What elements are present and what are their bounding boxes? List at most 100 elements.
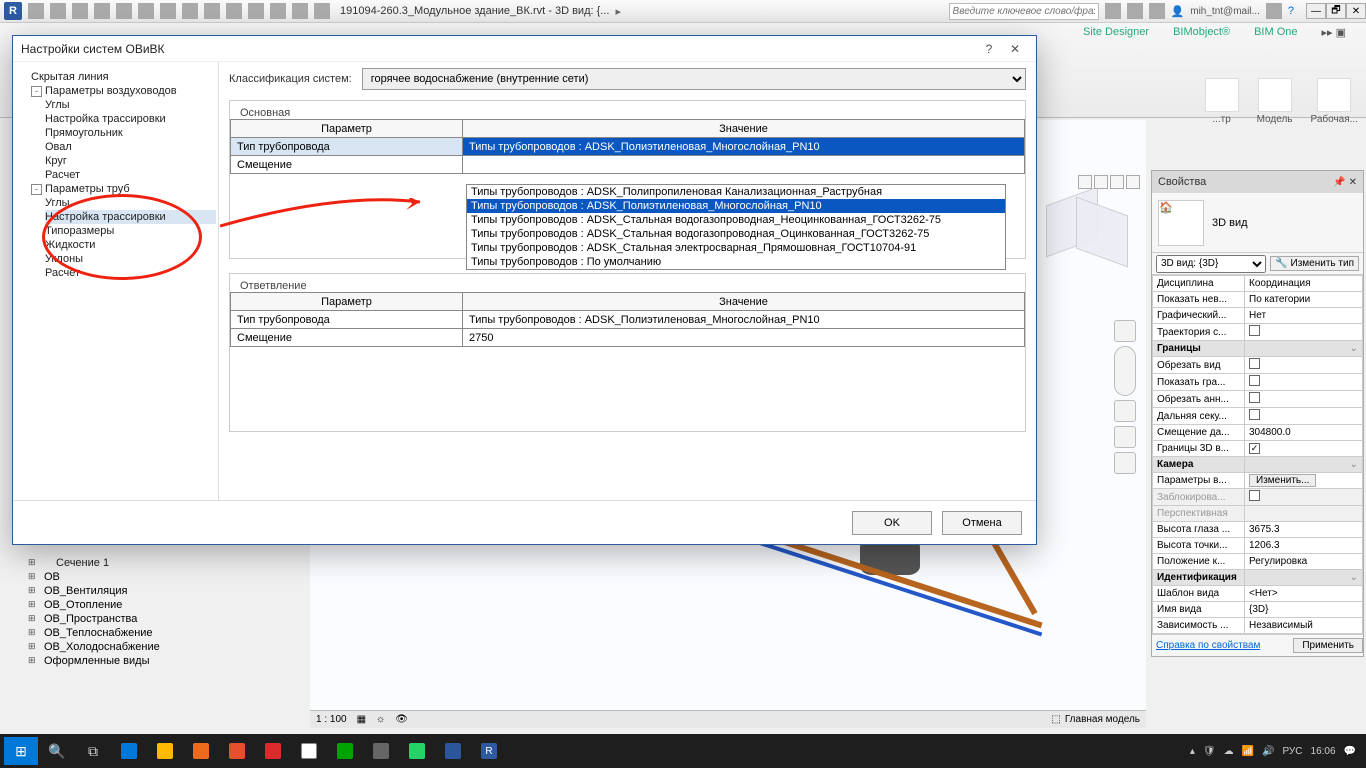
qat-icon[interactable]	[204, 3, 220, 19]
qat-icon[interactable]	[182, 3, 198, 19]
prop-value[interactable]: Изменить...	[1245, 473, 1363, 489]
close-button[interactable]: ✕	[1346, 3, 1366, 19]
param-cell[interactable]: Смещение	[231, 329, 463, 347]
value-cell[interactable]: Типы трубопроводов : ADSK_Полиэтиленовая…	[463, 311, 1025, 329]
pipe-type-dropdown[interactable]: Типы трубопроводов : ADSK_Полипропиленов…	[466, 184, 1006, 270]
prop-value[interactable]: <Нет>	[1245, 586, 1363, 602]
prop-value[interactable]	[1245, 391, 1363, 408]
clock[interactable]: 16:06	[1311, 746, 1336, 757]
qat-icon[interactable]	[50, 3, 66, 19]
tree-node[interactable]: Расчет	[45, 168, 216, 182]
help-icon[interactable]: ?	[976, 39, 1002, 59]
branch-params-table[interactable]: ПараметрЗначение Тип трубопроводаТипы тр…	[230, 292, 1025, 347]
pin-icon[interactable]: 📌 ✕	[1333, 177, 1357, 188]
value-cell[interactable]	[463, 156, 1025, 174]
start-button[interactable]: ⊞	[4, 737, 38, 765]
view-icon[interactable]	[1094, 175, 1108, 189]
view-cube[interactable]	[1036, 176, 1136, 276]
prop-value[interactable]	[1245, 506, 1363, 522]
prop-value[interactable]: Нет	[1245, 308, 1363, 324]
prop-value[interactable]: 3675.3	[1245, 522, 1363, 538]
ribbon-tab[interactable]: Site Designer	[1073, 23, 1159, 42]
nav-wheel[interactable]	[1112, 320, 1138, 474]
favorite-icon[interactable]	[1149, 3, 1165, 19]
tree-node[interactable]: Настройка трассировки	[45, 112, 216, 126]
taskbar-app[interactable]	[148, 737, 182, 765]
prop-value[interactable]: 304800.0	[1245, 425, 1363, 441]
qat-icon[interactable]	[94, 3, 110, 19]
dropdown-option[interactable]: Типы трубопроводов : ADSK_Стальная элект…	[467, 241, 1005, 255]
classification-select[interactable]: горячее водоснабжение (внутренние сети)	[362, 68, 1026, 90]
param-cell[interactable]: Тип трубопровода	[231, 138, 463, 156]
taskbar-app[interactable]	[220, 737, 254, 765]
steering-wheel-icon[interactable]	[1114, 346, 1136, 396]
qat-icon[interactable]	[270, 3, 286, 19]
taskbar-app[interactable]	[364, 737, 398, 765]
ribbon-item[interactable]: ...тр	[1205, 78, 1239, 125]
tray-icon[interactable]: 🛡	[1203, 746, 1216, 757]
tree-node[interactable]: Уклоны	[45, 252, 216, 266]
user-icon[interactable]: 👤	[1171, 5, 1185, 18]
ribbon-item[interactable]: Модель	[1257, 78, 1293, 125]
param-cell[interactable]: Тип трубопровода	[231, 311, 463, 329]
vc-icon[interactable]: ▦	[357, 714, 366, 725]
qat-icon[interactable]	[248, 3, 264, 19]
tree-node[interactable]: Углы	[45, 98, 216, 112]
ribbon-tab[interactable]: BIMobject®	[1163, 23, 1240, 42]
taskbar-app[interactable]	[112, 737, 146, 765]
prop-value[interactable]	[1245, 357, 1363, 374]
tree-node[interactable]: Круг	[45, 154, 216, 168]
search-icon[interactable]: 🔍	[40, 737, 74, 765]
prop-value[interactable]: Регулировка	[1245, 554, 1363, 570]
browser-node[interactable]: ОВ_Теплоснабжение	[16, 626, 216, 640]
browser-node[interactable]: ОВ	[16, 570, 216, 584]
vc-icon[interactable]: ☼	[376, 714, 385, 725]
properties-help-link[interactable]: Справка по свойствам	[1152, 640, 1260, 651]
help-icon[interactable]: ?	[1288, 5, 1294, 17]
properties-grid[interactable]: ДисциплинаКоординацияПоказать нев...По к…	[1152, 275, 1363, 634]
dropdown-option[interactable]: Типы трубопроводов : ADSK_Полиэтиленовая…	[467, 199, 1005, 213]
prop-value[interactable]: По категории	[1245, 292, 1363, 308]
minimize-button[interactable]: —	[1306, 3, 1326, 19]
main-params-table[interactable]: ПараметрЗначение Тип трубопроводаТипы тр…	[230, 119, 1025, 174]
ribbon-item[interactable]: Рабочая...	[1311, 78, 1359, 125]
comm-icon[interactable]	[1127, 3, 1143, 19]
qat-icon[interactable]	[226, 3, 242, 19]
prop-value[interactable]: ✓	[1245, 441, 1363, 457]
pan-icon[interactable]	[1114, 400, 1136, 422]
qat-icon[interactable]	[314, 3, 330, 19]
browser-node[interactable]: Оформленные виды	[16, 654, 216, 668]
taskbar-app[interactable]	[436, 737, 470, 765]
ok-button[interactable]: OK	[852, 511, 932, 535]
prop-value[interactable]	[1245, 408, 1363, 425]
tree-node[interactable]: Типоразмеры	[45, 224, 216, 238]
browser-node[interactable]: Сечение 1	[16, 556, 216, 570]
tray-icon[interactable]: 🔊	[1262, 746, 1274, 757]
prop-value[interactable]: {3D}	[1245, 602, 1363, 618]
vc-icon[interactable]: 👁	[395, 714, 408, 725]
orbit-icon[interactable]	[1114, 452, 1136, 474]
browser-node[interactable]: ОВ_Отопление	[16, 598, 216, 612]
tree-node[interactable]: -Параметры воздуховодов	[31, 84, 216, 98]
edit-type-button[interactable]: 🔧 Изменить тип	[1270, 256, 1359, 271]
zoom-icon[interactable]	[1114, 426, 1136, 448]
restore-button[interactable]: 🗗	[1326, 3, 1346, 19]
prop-value[interactable]: Независимый	[1245, 618, 1363, 634]
prop-value[interactable]	[1245, 324, 1363, 341]
taskbar-app[interactable]	[256, 737, 290, 765]
taskbar-app[interactable]	[184, 737, 218, 765]
taskbar-app[interactable]: R	[472, 737, 506, 765]
qat-icon[interactable]	[292, 3, 308, 19]
tree-node[interactable]: Жидкости	[45, 238, 216, 252]
tree-node[interactable]: Настройка трассировки	[45, 210, 216, 224]
tree-node[interactable]: Расчет	[45, 266, 216, 280]
value-cell[interactable]: 2750	[463, 329, 1025, 347]
view-icon[interactable]	[1126, 175, 1140, 189]
ribbon-overflow-icon[interactable]: ▸▸ ▣	[1312, 23, 1357, 42]
settings-tree[interactable]: Скрытая линия-Параметры воздуховодовУглы…	[13, 62, 219, 500]
tree-node[interactable]: Прямоугольник	[45, 126, 216, 140]
view-icon[interactable]	[1110, 175, 1124, 189]
cancel-button[interactable]: Отмена	[942, 511, 1022, 535]
tray-icon[interactable]: ☁	[1224, 746, 1234, 757]
scale-label[interactable]: 1 : 100	[316, 714, 347, 725]
